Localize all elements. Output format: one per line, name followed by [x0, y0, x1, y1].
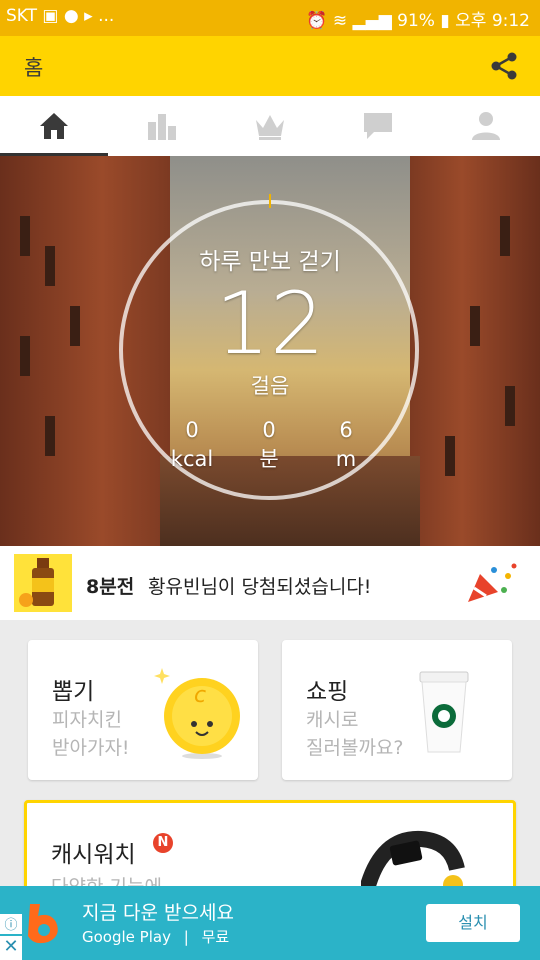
chat-icon: ●: [63, 6, 79, 26]
stat-kcal: 0 kcal: [152, 416, 232, 474]
price-label: 무료: [201, 928, 230, 946]
background-building-right: [410, 156, 540, 546]
progress-indicator: [269, 194, 271, 208]
shopping-card-title: 쇼핑: [306, 679, 349, 705]
winner-notice[interactable]: 8분전 황유빈님이 당첨되셨습니다!: [0, 546, 540, 620]
tab-bar: [0, 96, 540, 156]
step-unit: 걸음: [250, 374, 290, 398]
hero-title: 하루 만보 걷기: [199, 249, 341, 275]
svg-text:c: c: [194, 683, 206, 708]
drink-bottle-icon: [19, 558, 54, 607]
person-icon: [472, 112, 500, 140]
shopping-card-subtitle: 캐시로 질러볼까요?: [306, 709, 404, 759]
step-hero: 하루 만보 걷기 12 걸음 0 kcal 0 분 6 m: [0, 156, 540, 546]
tab-ranking[interactable]: [108, 96, 216, 156]
tab-profile[interactable]: [432, 96, 540, 156]
status-right: ⏰ ≋ ▂▄▆ 91% ▮ 오후 9:12: [306, 6, 530, 31]
share-icon[interactable]: [488, 50, 520, 82]
alarm-icon: ⏰: [306, 11, 328, 31]
carrier-label: SKT: [6, 6, 38, 26]
stat-value: 6: [339, 418, 353, 442]
clock: 오후 9:12: [455, 11, 530, 31]
ad-store-line: Google Play | 무료: [82, 926, 229, 947]
message-icon: [364, 113, 392, 139]
app-bar: 홈: [0, 36, 540, 96]
draw-card[interactable]: 뽑기 피자치킨 받아가자! c: [28, 640, 258, 780]
notice-message: 황유빈님이 당첨되셨습니다!: [148, 576, 372, 598]
prize-thumbnail: [14, 554, 72, 612]
stat-distance: 6 m: [306, 416, 386, 474]
image-icon: ▣: [42, 6, 59, 26]
stat-unit: 분: [259, 447, 279, 471]
google-play-label: Google Play: [82, 928, 171, 946]
stat-unit: m: [335, 447, 357, 471]
ad-close-icon[interactable]: ✕: [0, 936, 22, 960]
page-title: 홈: [24, 56, 44, 80]
shopping-card[interactable]: 쇼핑 캐시로 질러볼까요?: [282, 640, 512, 780]
tab-messages[interactable]: [324, 96, 432, 156]
battery-label: 91%: [397, 11, 435, 31]
draw-card-subtitle: 피자치킨 받아가자!: [52, 709, 130, 759]
tab-home[interactable]: [0, 96, 108, 156]
home-icon: [40, 113, 68, 139]
status-left: SKT ▣ ● ▸ ...: [6, 6, 114, 26]
tab-crown[interactable]: [216, 96, 324, 156]
cashwatch-card-title: 캐시워치: [51, 842, 136, 868]
party-popper-icon: [468, 563, 517, 602]
notice-time: 8분전: [86, 576, 135, 598]
stat-value: 0: [262, 418, 276, 442]
ad-separator: |: [183, 928, 189, 946]
status-bar: SKT ▣ ● ▸ ... ⏰ ≋ ▂▄▆ 91% ▮ 오후 9:12: [0, 0, 540, 36]
stat-value: 0: [185, 418, 199, 442]
coin-character-icon: c: [154, 668, 240, 759]
app-logo-icon: [28, 904, 58, 944]
crown-icon: [256, 115, 284, 140]
new-badge: N: [153, 833, 173, 853]
bar-chart-icon: [148, 114, 176, 140]
stat-minutes: 0 분: [229, 416, 309, 474]
signal-icon: ▂▄▆: [352, 11, 392, 31]
app-icon: ▸: [84, 6, 93, 26]
ad-banner[interactable]: ⓘ ✕ 지금 다운 받으세요 Google Play | 무료 설치: [0, 886, 540, 960]
battery-icon: ▮: [440, 11, 450, 31]
ad-info-icon[interactable]: ⓘ: [0, 914, 22, 934]
draw-card-title: 뽑기: [52, 679, 95, 705]
install-button[interactable]: 설치: [426, 904, 520, 942]
step-count: 12: [215, 274, 325, 374]
coffee-cup-icon: [419, 671, 469, 753]
wifi-icon: ≋: [332, 11, 348, 31]
more-icon: ...: [98, 6, 115, 26]
stat-unit: kcal: [170, 447, 214, 471]
ad-headline: 지금 다운 받으세요: [82, 902, 234, 924]
